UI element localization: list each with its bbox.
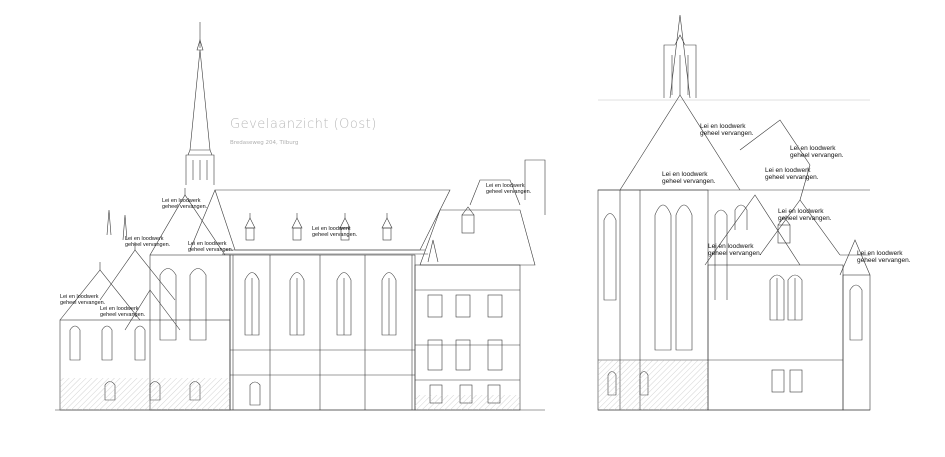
drawing-sheet: Gevelaanzicht (Oost) Bredaseweg 204, Til…	[0, 0, 945, 452]
svg-text:Lei en loodwerk: Lei en loodwerk	[700, 123, 746, 130]
svg-text:Lei en loodwerk: Lei en loodwerk	[662, 171, 708, 178]
nave-roof	[189, 189, 451, 255]
svg-text:Lei en loodwerk: Lei en loodwerk	[708, 243, 754, 250]
svg-text:geheel vervangen.: geheel vervangen.	[765, 174, 819, 181]
svg-text:geheel vervangen.: geheel vervangen.	[778, 215, 832, 222]
svg-text:geheel vervangen.: geheel vervangen.	[790, 152, 844, 159]
plinth-hatch	[60, 378, 230, 410]
svg-text:geheel vervangen.: geheel vervangen.	[60, 300, 106, 306]
svg-text:geheel vervangen.: geheel vervangen.	[700, 130, 754, 137]
svg-text:geheel vervangen.: geheel vervangen.	[857, 257, 911, 264]
drawing-title: Gevelaanzicht (Oost)	[230, 117, 377, 132]
svg-text:geheel vervangen.: geheel vervangen.	[125, 242, 171, 248]
drawing-subtitle: Bredaseweg 204, Tilburg	[230, 140, 299, 146]
svg-text:Lei en loodwerk: Lei en loodwerk	[765, 167, 811, 174]
svg-text:geheel vervangen.: geheel vervangen.	[188, 247, 234, 253]
church-spire	[185, 22, 215, 185]
right-elevation	[597, 14, 871, 411]
tower-windows	[427, 294, 503, 404]
left-roof-notes: Lei en loodwerk geheel vervangen. Lei en…	[60, 183, 532, 318]
svg-text:geheel vervangen.: geheel vervangen.	[312, 232, 358, 238]
right-plinth-hatch	[598, 360, 708, 410]
svg-text:Lei en loodwerk: Lei en loodwerk	[790, 145, 836, 152]
svg-text:geheel vervangen.: geheel vervangen.	[100, 312, 146, 318]
right-spire	[663, 14, 697, 99]
svg-text:geheel vervangen.: geheel vervangen.	[162, 204, 208, 210]
svg-text:geheel vervangen.: geheel vervangen.	[662, 178, 716, 185]
svg-text:geheel vervangen.: geheel vervangen.	[486, 189, 532, 195]
svg-text:Lei en loodwerk: Lei en loodwerk	[778, 208, 824, 215]
elevation-drawings: Lei en loodwerk geheel vervangen. Lei en…	[55, 14, 911, 411]
left-elevation	[55, 22, 546, 411]
svg-text:geheel vervangen.: geheel vervangen.	[708, 250, 762, 257]
svg-text:Lei en loodwerk: Lei en loodwerk	[857, 250, 903, 257]
